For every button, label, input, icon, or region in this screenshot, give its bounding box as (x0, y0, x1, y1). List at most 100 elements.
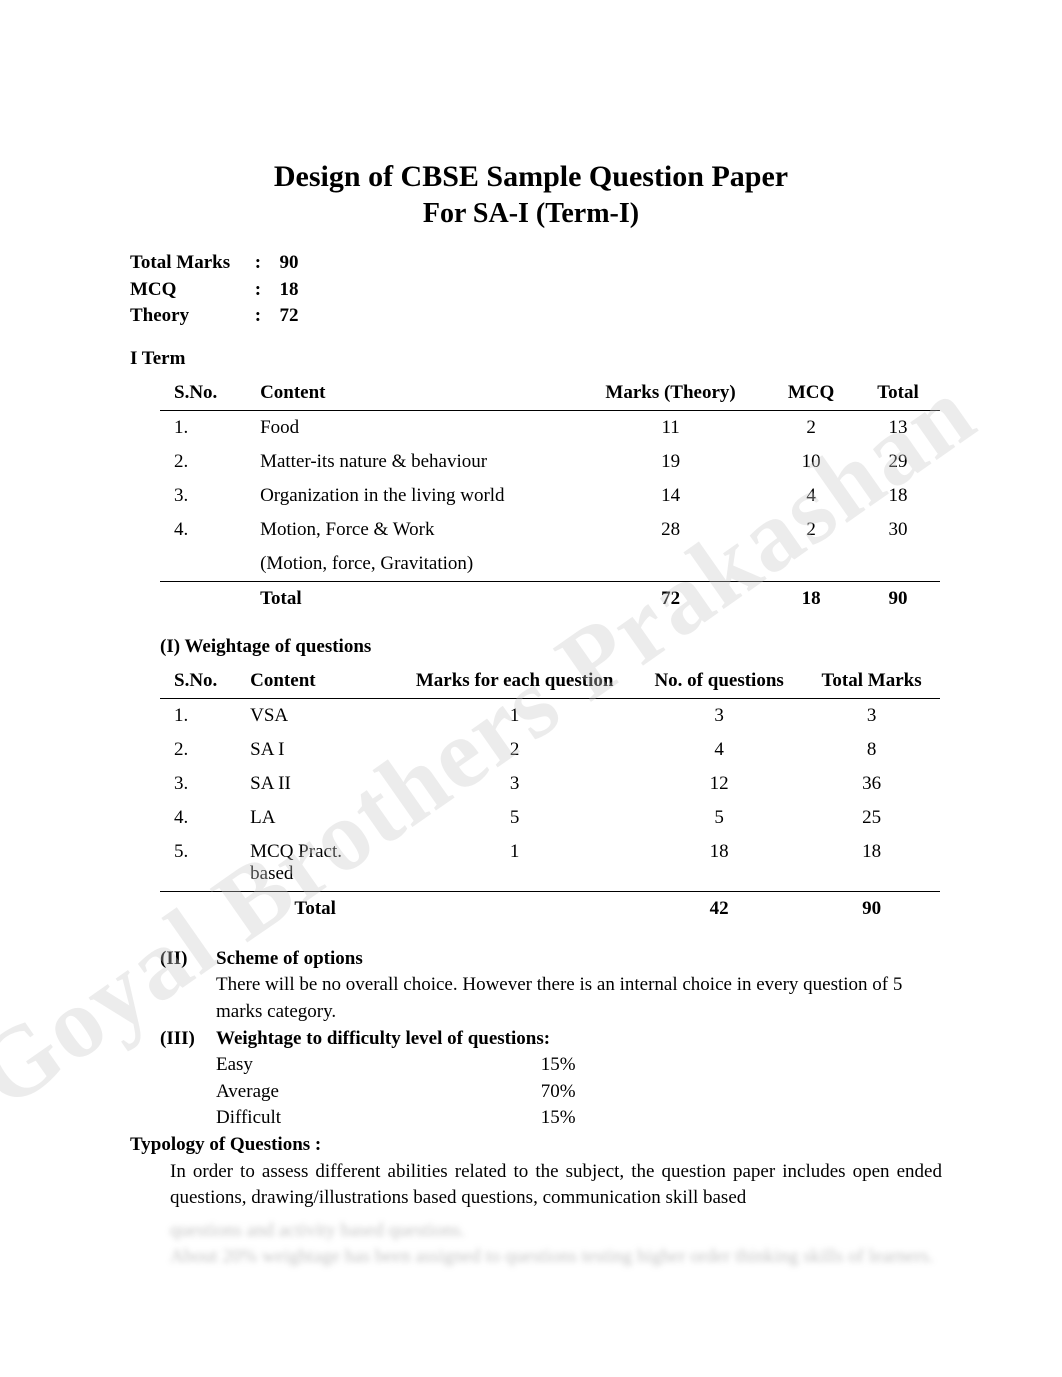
difficulty-value: 15% (541, 1054, 576, 1075)
theory-row: Theory : 72 (130, 303, 942, 330)
table-row: 2. SA I 2 4 8 (160, 733, 940, 767)
cell-num: 3 (635, 698, 803, 733)
difficulty-label: Average (216, 1079, 536, 1106)
cell-content: Organization in the living world (246, 479, 575, 513)
blurred-line-1: questions and activity based questions. (170, 1218, 942, 1245)
cell-marks: 1 (394, 835, 635, 892)
cell-sno: 1. (160, 698, 236, 733)
table-row: 5. MCQ Pract. based 1 18 18 (160, 835, 940, 892)
cell-num: 4 (635, 733, 803, 767)
page-subtitle: For SA-I (Term-I) (120, 198, 942, 230)
table-row: 3. Organization in the living world 14 4… (160, 479, 940, 513)
difficulty-row-easy: Easy 15% (216, 1052, 942, 1079)
cell-sno: 2. (160, 445, 246, 479)
col-total-marks: Total Marks (803, 664, 940, 699)
total-label: Total (246, 581, 575, 616)
cell-num: 5 (635, 801, 803, 835)
difficulty-row-average: Average 70% (216, 1079, 942, 1106)
cell-mcq (766, 547, 856, 582)
typology-paragraph: In order to assess different abilities r… (170, 1159, 942, 1212)
total-total: 90 (803, 891, 940, 926)
table-total-row: Total 42 90 (160, 891, 940, 926)
col-content: Content (246, 376, 575, 411)
cell-sno: 4. (160, 513, 246, 547)
cell-marks: 19 (575, 445, 766, 479)
total-marks: 72 (575, 581, 766, 616)
marks-summary: Total Marks : 90 MCQ : 18 Theory : 72 (130, 250, 942, 330)
cell-mcq: 10 (766, 445, 856, 479)
cell-num: 18 (635, 835, 803, 892)
cell-sno: 3. (160, 479, 246, 513)
table-total-row: Total 72 18 90 (160, 581, 940, 616)
blurred-line-2: About 20% weightage has been assigned to… (170, 1244, 942, 1271)
col-sno: S.No. (160, 664, 236, 699)
typology-heading: Typology of Questions : (130, 1132, 942, 1159)
cell-content: SA II (236, 767, 394, 801)
weightage-heading: (I) Weightage of questions (160, 636, 942, 658)
cell-sno: 1. (160, 410, 246, 445)
cell-total: 18 (856, 479, 940, 513)
cell-marks: 11 (575, 410, 766, 445)
cell-sno: 2. (160, 733, 236, 767)
total-mcq: 18 (766, 581, 856, 616)
cell-content: MCQ Pract. based (236, 835, 394, 892)
cell-sno: 3. (160, 767, 236, 801)
cell-mcq: 4 (766, 479, 856, 513)
cell-marks: 5 (394, 801, 635, 835)
cell-num: 12 (635, 767, 803, 801)
table-header-row: S.No. Content Marks for each question No… (160, 664, 940, 699)
theory-value: 72 (280, 305, 299, 326)
colon: : (255, 250, 275, 277)
cell-content: Food (246, 410, 575, 445)
table-row: (Motion, force, Gravitation) (160, 547, 940, 582)
col-total: Total (856, 376, 940, 411)
difficulty-row-difficult: Difficult 15% (216, 1105, 942, 1132)
total-label: Total (236, 891, 394, 926)
weightage-table: S.No. Content Marks for each question No… (160, 664, 940, 926)
cell-sno: 4. (160, 801, 236, 835)
table-row: 1. Food 11 2 13 (160, 410, 940, 445)
colon: : (255, 303, 275, 330)
option-title: Scheme of options (216, 946, 942, 973)
col-sno: S.No. (160, 376, 246, 411)
cell-marks: 3 (394, 767, 635, 801)
cell-content: VSA (236, 698, 394, 733)
cell-total: 30 (856, 513, 940, 547)
cell-total (856, 547, 940, 582)
total-num: 42 (635, 891, 803, 926)
difficulty-num: (III) (160, 1026, 216, 1132)
cell-sno: 5. (160, 835, 236, 892)
cell-total: 13 (856, 410, 940, 445)
theory-label: Theory (130, 303, 250, 330)
cell-mcq: 2 (766, 410, 856, 445)
cell-content: Matter-its nature & behaviour (246, 445, 575, 479)
option-num: (II) (160, 946, 216, 1026)
total-marks-row: Total Marks : 90 (130, 250, 942, 277)
cell-marks: 1 (394, 698, 635, 733)
cell-content: LA (236, 801, 394, 835)
cell-marks: 2 (394, 733, 635, 767)
col-marks-each: Marks for each question (394, 664, 635, 699)
col-marks-theory: Marks (Theory) (575, 376, 766, 411)
table-row: 3. SA II 3 12 36 (160, 767, 940, 801)
typology-section: Typology of Questions : In order to asse… (130, 1132, 942, 1271)
difficulty-value: 70% (541, 1081, 576, 1102)
cell-content: SA I (236, 733, 394, 767)
colon: : (255, 277, 275, 304)
mcq-value: 18 (280, 279, 299, 300)
page-title: Design of CBSE Sample Question Paper (120, 160, 942, 194)
table-row: 2. Matter-its nature & behaviour 19 10 2… (160, 445, 940, 479)
table-row: 4. LA 5 5 25 (160, 801, 940, 835)
cell-total: 36 (803, 767, 940, 801)
total-total: 90 (856, 581, 940, 616)
mcq-label: MCQ (130, 277, 250, 304)
total-marks-label: Total Marks (130, 250, 250, 277)
cell-total: 8 (803, 733, 940, 767)
cell-content: (Motion, force, Gravitation) (246, 547, 575, 582)
scheme-of-options: (II) Scheme of options There will be no … (160, 946, 942, 1026)
cell-content: Motion, Force & Work (246, 513, 575, 547)
cell-total: 3 (803, 698, 940, 733)
col-mcq: MCQ (766, 376, 856, 411)
difficulty-label: Easy (216, 1052, 536, 1079)
table-row: 1. VSA 1 3 3 (160, 698, 940, 733)
